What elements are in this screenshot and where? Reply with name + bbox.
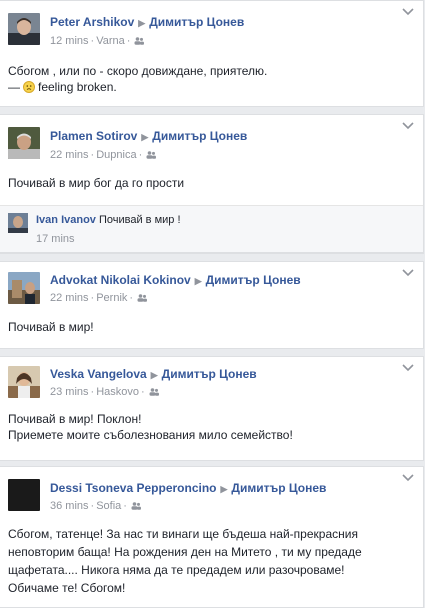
- post-card: Advokat Nikolai Kokinov ▶ Димитър Цонев 22…: [0, 261, 424, 349]
- sad-emoji-icon: [23, 81, 35, 93]
- post-text-line: Почивай в мир!: [8, 320, 94, 334]
- news-feed: Peter Arshikov ▶ Димитър Цонев 12 mins · Var…: [0, 0, 425, 608]
- chevron-down-icon[interactable]: [401, 473, 415, 483]
- comment-timestamp[interactable]: 17 mins: [36, 233, 75, 245]
- friends-audience-icon[interactable]: [131, 502, 141, 510]
- friends-audience-icon[interactable]: [146, 151, 157, 159]
- avatar[interactable]: [8, 272, 40, 304]
- right-arrow-icon: ▶: [138, 18, 146, 28]
- post-timestamp[interactable]: 36 mins: [50, 500, 89, 512]
- post-location[interactable]: Varna: [96, 35, 125, 47]
- avatar[interactable]: [8, 479, 40, 511]
- post-timestamp[interactable]: 12 mins: [50, 35, 89, 47]
- chevron-down-icon[interactable]: [401, 7, 415, 17]
- avatar[interactable]: [8, 127, 40, 159]
- right-arrow-icon: ▶: [141, 132, 149, 142]
- post-text-line: Почивай в мир! Поклон!: [8, 412, 142, 426]
- author-name[interactable]: Veska Vangelova: [50, 367, 147, 381]
- post-card: Plamen Sotirov ▶ Димитър Цонев 22 mins · Dup…: [0, 114, 424, 254]
- avatar[interactable]: [8, 366, 40, 398]
- post-location[interactable]: Dupnica: [96, 149, 136, 161]
- right-arrow-icon: ▶: [220, 484, 228, 494]
- chevron-down-icon[interactable]: [401, 268, 415, 278]
- target-page-name[interactable]: Димитър Цонев: [231, 481, 326, 495]
- target-page-name[interactable]: Димитър Цонев: [206, 273, 301, 287]
- post-card: Dessi Tsoneva Pepperoncino ▶ Димитър Цонев…: [0, 466, 424, 608]
- post-timestamp[interactable]: 22 mins: [50, 149, 89, 161]
- author-name[interactable]: Peter Arshikov: [50, 15, 134, 29]
- feeling-prefix: —: [8, 80, 20, 94]
- post-card: Veska Vangelova ▶ Димитър Цонев 23 mins · Ha…: [0, 356, 424, 461]
- post-card: Peter Arshikov ▶ Димитър Цонев 12 mins · Var…: [0, 0, 424, 107]
- feeling-line: — feeling broken.: [8, 79, 415, 95]
- post-timestamp[interactable]: 22 mins: [50, 292, 89, 304]
- friends-audience-icon[interactable]: [134, 37, 145, 45]
- post-text-line: Сбогом , или по - скоро довиждане, прият…: [8, 64, 268, 78]
- post-text-line: Сбогом, татенце! За нас ти винаги ще бъд…: [8, 527, 358, 541]
- friends-audience-icon[interactable]: [149, 388, 159, 396]
- chevron-down-icon[interactable]: [401, 121, 415, 131]
- post-text-line: Обичаме те! Сбогом!: [8, 581, 126, 595]
- author-name[interactable]: Dessi Tsoneva Pepperoncino: [50, 481, 217, 495]
- friends-audience-icon[interactable]: [137, 294, 148, 302]
- post-text-line: щафетата.... Никога няма да те предадем …: [8, 563, 345, 577]
- post-text-line: Приемете моите съболезнования мило семей…: [8, 428, 293, 442]
- chevron-down-icon[interactable]: [401, 363, 415, 373]
- post-text-line: Почивай в мир бог да го прости: [8, 176, 185, 190]
- target-page-name[interactable]: Димитър Цонев: [149, 15, 244, 29]
- post-text-line: неповторим баща! На рождения ден на Мите…: [8, 545, 362, 559]
- right-arrow-icon: ▶: [150, 370, 158, 380]
- author-name[interactable]: Advokat Nikolai Kokinov: [50, 273, 191, 287]
- comment: Ivan Ivanov Почивай в мир ! 17 mins: [0, 205, 423, 253]
- target-page-name[interactable]: Димитър Цонев: [152, 129, 247, 143]
- post-location[interactable]: Sofia: [96, 500, 121, 512]
- feeling-text: feeling broken.: [38, 80, 117, 94]
- avatar[interactable]: [8, 213, 28, 233]
- post-location[interactable]: Haskovo: [96, 386, 139, 398]
- target-page-name[interactable]: Димитър Цонев: [162, 367, 257, 381]
- comment-text: Почивай в мир !: [98, 214, 181, 226]
- avatar[interactable]: [8, 13, 40, 45]
- author-name[interactable]: Plamen Sotirov: [50, 129, 137, 143]
- right-arrow-icon: ▶: [194, 276, 202, 286]
- post-timestamp[interactable]: 23 mins: [50, 386, 89, 398]
- comment-author[interactable]: Ivan Ivanov: [36, 214, 96, 226]
- post-location[interactable]: Pernik: [96, 292, 127, 304]
